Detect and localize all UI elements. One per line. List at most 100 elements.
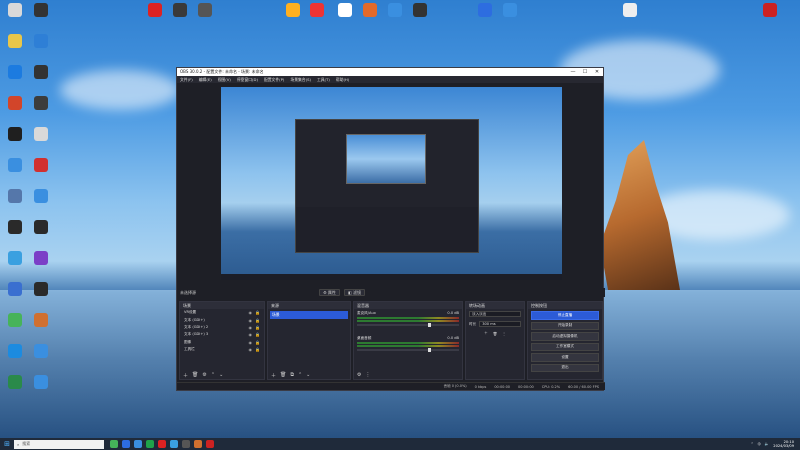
source-item[interactable]: 图像 ◉ 🔒 <box>180 339 264 346</box>
taskbar-app-icon[interactable] <box>134 440 142 448</box>
preview-taskbar <box>221 274 562 280</box>
source-item[interactable]: 文本 (GDI+) 3 ◉ 🔒 <box>180 331 264 338</box>
controls-dock-title: 控制按钮 <box>528 302 602 309</box>
chevron-up-icon[interactable]: ⌃ <box>298 372 302 378</box>
start-recording-button[interactable]: 开始录制 <box>531 321 599 330</box>
eye-icon[interactable]: ◉ <box>249 332 253 337</box>
start-button[interactable]: ⊞ <box>0 438 14 450</box>
taskbar-app-icon[interactable] <box>206 440 214 448</box>
close-button[interactable]: ✕ <box>591 69 603 75</box>
desktop-shortcut[interactable] <box>26 65 56 80</box>
lock-icon[interactable]: 🔒 <box>255 325 260 330</box>
eye-icon[interactable]: ◉ <box>249 310 253 315</box>
volume-slider[interactable] <box>357 348 459 352</box>
more-icon[interactable]: ⋮ <box>502 332 506 336</box>
taskbar-app-icon[interactable] <box>146 440 154 448</box>
chevron-up-icon[interactable]: ⌃ <box>751 442 754 446</box>
desktop-shortcut[interactable] <box>190 3 220 18</box>
eye-icon[interactable]: ◉ <box>249 318 253 323</box>
stop-streaming-button[interactable]: 停止直播 <box>531 311 599 320</box>
studio-mode-button[interactable]: 工作室模式 <box>531 342 599 351</box>
taskbar-app-icon[interactable] <box>158 440 166 448</box>
desktop-shortcut[interactable] <box>26 282 56 297</box>
trash-icon[interactable]: 🗑 <box>280 372 286 378</box>
duration-input[interactable]: 300 ms <box>479 321 521 327</box>
slider-knob[interactable] <box>428 348 432 352</box>
source-item[interactable]: 工具栏 ◉ 🔒 <box>180 346 264 353</box>
slider-knob[interactable] <box>428 323 432 327</box>
gear-icon[interactable]: ⚙ <box>202 372 206 378</box>
menu-item[interactable]: 文件(F) <box>180 77 193 83</box>
volume-slider[interactable] <box>357 323 459 327</box>
more-icon[interactable]: ⋮ <box>365 372 370 378</box>
trash-icon[interactable]: 🗑 <box>192 372 198 378</box>
menu-item[interactable]: 配置文件(P) <box>264 77 284 83</box>
taskbar-app-icon[interactable] <box>110 440 118 448</box>
obs-window[interactable]: OBS 30.0.2 - 配置文件: 未命名 - 场景: 未命名 — ☐ ✕ 文… <box>176 67 605 391</box>
eye-icon[interactable]: ◉ <box>249 340 253 345</box>
taskbar-app-icon[interactable] <box>194 440 202 448</box>
desktop-shortcut[interactable] <box>26 251 56 266</box>
copy-icon[interactable]: ⧉ <box>290 372 294 378</box>
taskbar-app-icon[interactable] <box>182 440 190 448</box>
properties-button[interactable]: ⚙ 属性 <box>319 289 340 296</box>
start-virtual-camera-button[interactable]: 启动虚拟摄像机 <box>531 332 599 341</box>
lock-icon[interactable]: 🔒 <box>255 318 260 323</box>
preview-canvas[interactable] <box>221 87 562 280</box>
desktop-shortcut[interactable] <box>26 127 56 142</box>
source-item[interactable]: VR设置 ◉ 🔒 <box>180 309 264 316</box>
desktop-shortcut[interactable] <box>26 220 56 235</box>
app-icon <box>388 3 402 17</box>
desktop-shortcut[interactable] <box>755 3 785 18</box>
taskbar-app-icon[interactable] <box>122 440 130 448</box>
desktop-shortcut[interactable] <box>26 375 56 390</box>
source-name: 文本 (GDI+) 3 <box>184 332 209 337</box>
desktop-shortcut[interactable] <box>302 3 332 18</box>
add-icon[interactable]: ＋ <box>271 372 276 379</box>
minimize-button[interactable]: — <box>567 69 579 75</box>
lock-icon[interactable]: 🔒 <box>255 340 260 345</box>
maximize-button[interactable]: ☐ <box>579 69 591 75</box>
menu-item[interactable]: 停靠窗口(D) <box>237 77 258 83</box>
taskbar-app-icon[interactable] <box>170 440 178 448</box>
chevron-down-icon[interactable]: ⌄ <box>219 372 223 378</box>
lock-icon[interactable]: 🔒 <box>255 347 260 352</box>
taskbar-search[interactable]: ⌕ 搜索 <box>14 439 104 449</box>
clock[interactable]: 20:10 2024/03/09 <box>773 440 794 448</box>
gear-icon[interactable]: ⚙ <box>357 372 361 378</box>
eye-icon[interactable]: ◉ <box>249 325 253 330</box>
desktop-shortcut[interactable] <box>495 3 525 18</box>
desktop-shortcut[interactable] <box>26 96 56 111</box>
menu-item[interactable]: 视图(V) <box>218 77 231 83</box>
trash-icon[interactable]: 🗑 <box>493 332 498 336</box>
chevron-down-icon[interactable]: ⌄ <box>306 372 310 378</box>
lock-icon[interactable]: 🔒 <box>255 332 260 337</box>
add-icon[interactable]: ＋ <box>484 331 488 336</box>
desktop-shortcut[interactable] <box>26 3 56 18</box>
lock-icon[interactable]: 🔒 <box>255 310 260 315</box>
volume-icon[interactable]: 🔈 <box>765 442 769 446</box>
eye-icon[interactable]: ◉ <box>249 347 253 352</box>
menu-item[interactable]: 帮助(H) <box>336 77 349 83</box>
desktop-shortcut[interactable] <box>26 34 56 49</box>
source-item[interactable]: 文本 (GDI+) ◉ 🔒 <box>180 316 264 323</box>
desktop-shortcut[interactable] <box>405 3 435 18</box>
desktop-shortcut[interactable] <box>615 3 645 18</box>
network-icon[interactable]: ⌬ <box>758 442 761 446</box>
desktop-shortcut[interactable] <box>26 158 56 173</box>
menu-item[interactable]: 场景集合(S) <box>290 77 311 83</box>
obs-titlebar[interactable]: OBS 30.0.2 - 配置文件: 未命名 - 场景: 未命名 — ☐ ✕ <box>177 68 603 76</box>
source-item[interactable]: 文本 (GDI+) 2 ◉ 🔒 <box>180 324 264 331</box>
desktop-shortcut[interactable] <box>26 189 56 204</box>
desktop-shortcut[interactable] <box>26 344 56 359</box>
menu-item[interactable]: 编辑(E) <box>199 77 212 83</box>
add-icon[interactable]: ＋ <box>183 372 188 379</box>
desktop-shortcut[interactable] <box>26 313 56 328</box>
scene-item[interactable]: 场景 <box>270 311 348 319</box>
settings-button[interactable]: 设置 <box>531 353 599 362</box>
transition-select[interactable]: 淡入淡出 <box>469 311 521 317</box>
filters-button[interactable]: ◧ 滤镜 <box>343 289 365 296</box>
menu-item[interactable]: 工具(T) <box>317 77 330 83</box>
exit-button[interactable]: 退出 <box>531 363 599 372</box>
chevron-up-icon[interactable]: ⌃ <box>211 372 215 378</box>
